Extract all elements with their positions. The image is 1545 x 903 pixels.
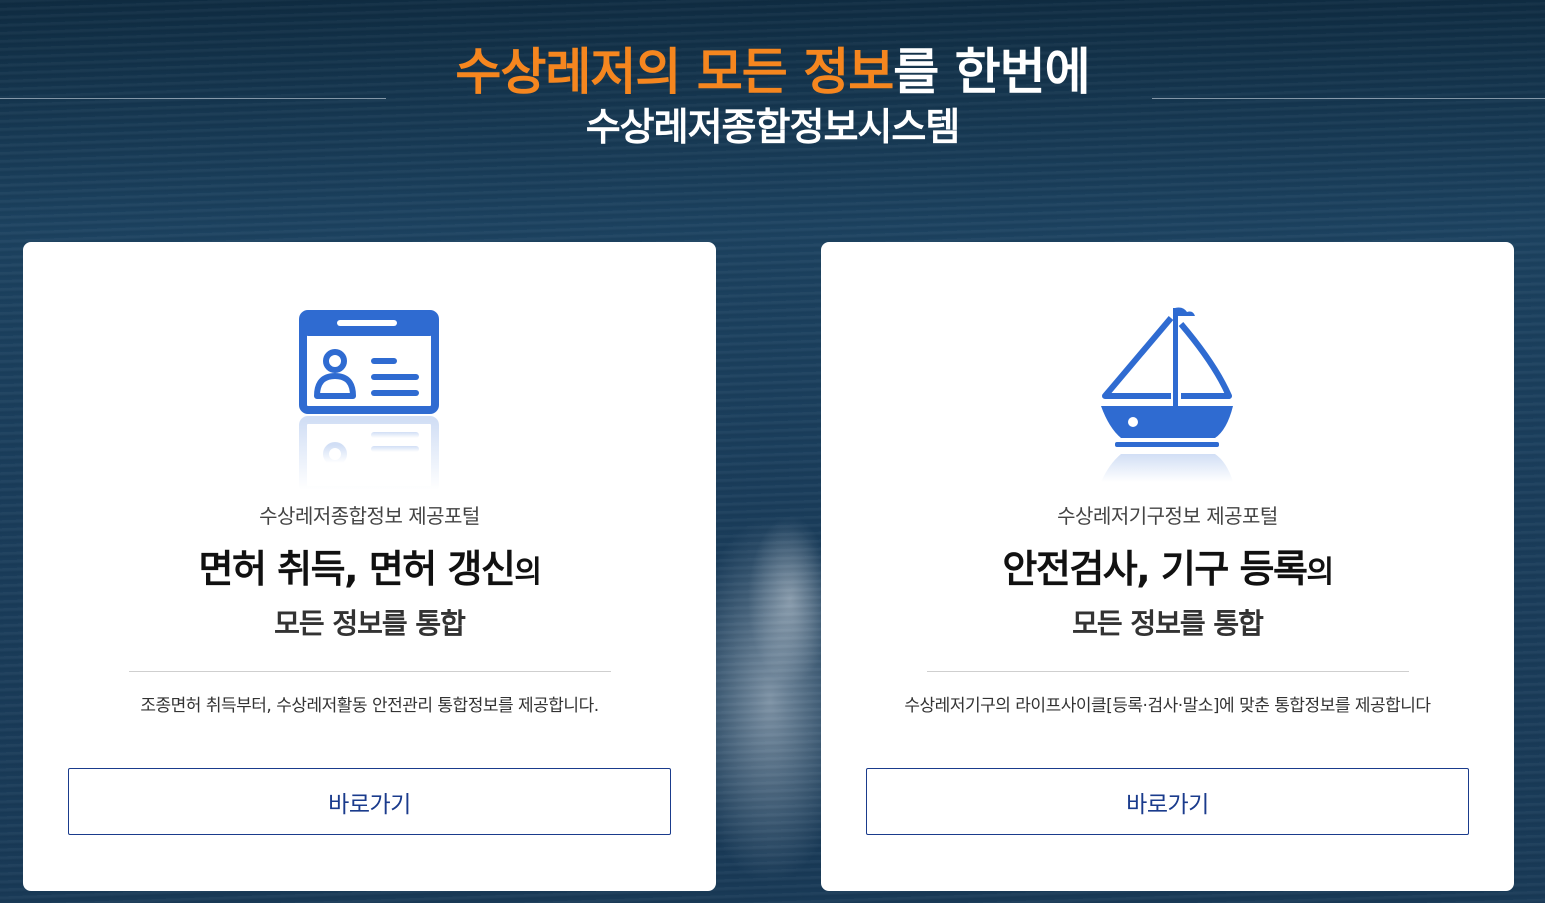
card-headline: 안전검사, 기구 등록의	[821, 542, 1514, 600]
vessel-portal-card: 수상레저기구정보 제공포털 안전검사, 기구 등록의 모든 정보를 통합 수상레…	[821, 242, 1514, 891]
card-headline-suffix: 의	[514, 555, 542, 590]
sailboat-icon	[1097, 304, 1237, 489]
card-description: 수상레저기구의 라이프사이클[등록·검사·말소]에 맞춘 통합정보를 제공합니다	[904, 696, 1431, 716]
hero-title: 수상레저의 모든 정보를 한번에	[0, 40, 1545, 104]
card-headline-main: 안전검사, 기구 등록	[1002, 547, 1308, 591]
go-button-vessel-portal[interactable]: 바로가기	[866, 768, 1469, 835]
license-portal-card: 수상레저종합정보 제공포털 면허 취득, 면허 갱신의 모든 정보를 통합 조종…	[23, 242, 716, 891]
card-headline: 면허 취득, 면허 갱신의	[23, 542, 716, 600]
id-card-icon	[299, 304, 439, 494]
card-headline-main: 면허 취득, 면허 갱신	[198, 547, 516, 591]
card-label: 수상레저기구정보 제공포털	[1057, 504, 1278, 528]
card-subheading: 모든 정보를 통합	[1072, 607, 1264, 640]
card-description: 조종면허 취득부터, 수상레저활동 안전관리 통합정보를 제공합니다.	[140, 696, 599, 716]
hero-title-accent: 수상레저의 모든 정보	[455, 43, 894, 101]
card-divider	[927, 671, 1409, 672]
card-headline-suffix: 의	[1306, 555, 1334, 590]
hero-subtitle: 수상레저종합정보시스템	[585, 105, 961, 149]
card-label: 수상레저종합정보 제공포털	[259, 504, 480, 528]
landing-page: 수상레저의 모든 정보를 한번에 수상레저종합정보시스템 수상레저종합정보 제공…	[0, 0, 1545, 903]
card-divider	[129, 671, 611, 672]
go-button-license-portal[interactable]: 바로가기	[68, 768, 671, 835]
card-subheading: 모든 정보를 통합	[274, 607, 466, 640]
hero-title-rest: 를 한번에	[893, 43, 1090, 101]
